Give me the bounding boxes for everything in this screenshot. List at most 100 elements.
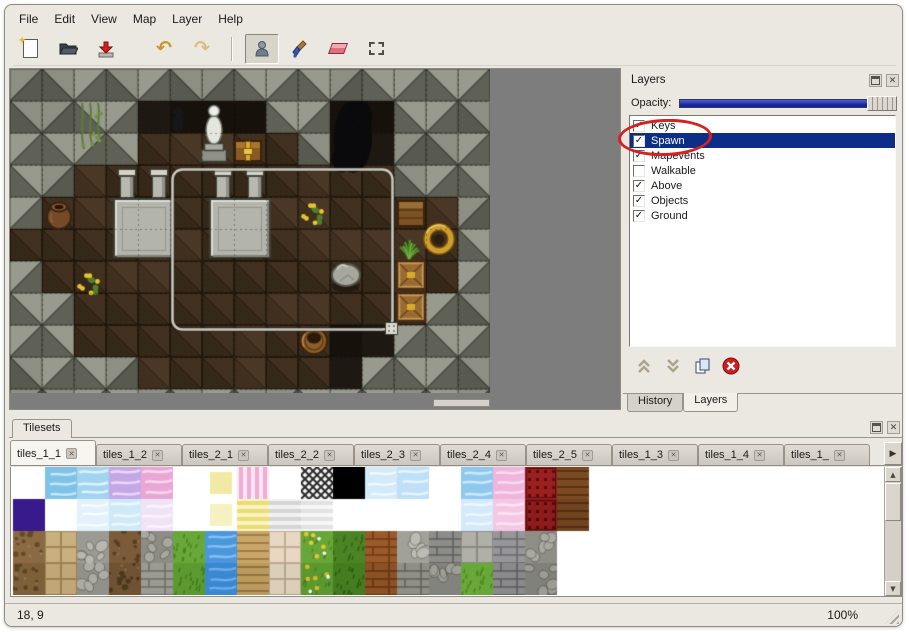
tileset-tab[interactable]: tiles_1_1 ✕ bbox=[10, 440, 96, 466]
tileset-scrollbar[interactable]: ▲ ▼ bbox=[884, 467, 901, 596]
opacity-slider-handle[interactable] bbox=[867, 96, 897, 111]
save-button[interactable] bbox=[89, 34, 123, 64]
undo-button[interactable]: ↶ bbox=[147, 34, 181, 64]
tileset-tab[interactable]: tiles_1_3 ✕ bbox=[612, 444, 698, 465]
redo-icon: ↷ bbox=[194, 39, 210, 58]
tileset-canvas[interactable] bbox=[11, 467, 883, 595]
tileset-tab[interactable]: tiles_2_1 ✕ bbox=[182, 444, 268, 465]
stamp-tool-button[interactable] bbox=[245, 34, 279, 64]
new-map-button[interactable]: ✦ bbox=[13, 34, 47, 64]
menu-file[interactable]: File bbox=[11, 9, 46, 29]
layer-visibility-checkbox[interactable] bbox=[633, 165, 645, 177]
close-tab-icon[interactable]: ✕ bbox=[834, 450, 845, 461]
menu-edit[interactable]: Edit bbox=[46, 9, 83, 29]
layer-row-mapevents[interactable]: ✓ Mapevents bbox=[630, 148, 895, 163]
raise-layer-button[interactable] bbox=[633, 355, 655, 377]
delete-layer-button[interactable] bbox=[720, 355, 742, 377]
layer-name: Keys bbox=[651, 120, 675, 132]
layer-row-spawn[interactable]: ✓ Spawn bbox=[630, 133, 895, 148]
tileset-tab-label: tiles_1_2 bbox=[103, 449, 147, 461]
tileset-tab[interactable]: tiles_2_5 ✕ bbox=[526, 444, 612, 465]
close-tab-icon[interactable]: ✕ bbox=[66, 448, 77, 459]
layers-panel: Layers ✕ Opacity: ✓ Keys ✓ Spawn bbox=[623, 71, 902, 412]
tileset-tab[interactable]: tiles_2_3 ✕ bbox=[354, 444, 440, 465]
tilesets-panel: Tilesets ✕ tiles_1_1 ✕ tiles_1_2 ✕ tiles… bbox=[9, 417, 903, 603]
tab-history[interactable]: History bbox=[627, 394, 683, 412]
map-canvas[interactable] bbox=[10, 69, 490, 393]
eraser-icon bbox=[328, 43, 348, 54]
tileset-tab-label: tiles_2_5 bbox=[533, 449, 577, 461]
tileset-area: ▲ ▼ bbox=[10, 467, 902, 597]
close-tab-icon[interactable]: ✕ bbox=[152, 450, 163, 461]
tilesets-title-tab[interactable]: Tilesets bbox=[12, 419, 72, 438]
delete-layer-icon bbox=[722, 357, 740, 375]
tileset-tab-label: tiles_1_ bbox=[791, 449, 829, 461]
layer-visibility-checkbox[interactable]: ✓ bbox=[633, 210, 645, 222]
layer-row-objects[interactable]: ✓ Objects bbox=[630, 193, 895, 208]
layer-name: Objects bbox=[651, 195, 688, 207]
layer-row-above[interactable]: ✓ Above bbox=[630, 178, 895, 193]
app-window: File Edit View Map Layer Help ✦ ↶ ↷ bbox=[4, 4, 903, 627]
tileset-tab[interactable]: tiles_2_4 ✕ bbox=[440, 444, 526, 465]
eraser-tool-button[interactable] bbox=[321, 34, 355, 64]
layer-visibility-checkbox[interactable]: ✓ bbox=[633, 120, 645, 132]
layer-visibility-checkbox[interactable]: ✓ bbox=[633, 195, 645, 207]
close-tab-icon[interactable]: ✕ bbox=[238, 450, 249, 461]
menu-layer[interactable]: Layer bbox=[164, 9, 210, 29]
close-tab-icon[interactable]: ✕ bbox=[754, 450, 765, 461]
brush-icon bbox=[291, 40, 309, 58]
new-file-icon: ✦ bbox=[23, 39, 38, 58]
opacity-slider[interactable] bbox=[679, 99, 896, 108]
tilesets-title: Tilesets bbox=[23, 422, 61, 434]
brush-tool-button[interactable] bbox=[283, 34, 317, 64]
duplicate-layer-icon bbox=[693, 357, 711, 375]
tileset-tabs: tiles_1_1 ✕ tiles_1_2 ✕ tiles_2_1 ✕ tile… bbox=[10, 439, 902, 466]
layer-name: Above bbox=[651, 180, 682, 192]
close-tilesets-icon[interactable]: ✕ bbox=[887, 421, 900, 434]
tileset-tab[interactable]: tiles_1_ ✕ bbox=[784, 444, 870, 465]
tileset-tab[interactable]: tiles_2_2 ✕ bbox=[268, 444, 354, 465]
close-tab-icon[interactable]: ✕ bbox=[496, 450, 507, 461]
close-tab-icon[interactable]: ✕ bbox=[582, 450, 593, 461]
tilesets-titlebar: Tilesets ✕ bbox=[9, 417, 903, 438]
tileset-tab-label: tiles_2_2 bbox=[275, 449, 319, 461]
select-tool-button[interactable] bbox=[359, 34, 393, 64]
tileset-tab[interactable]: tiles_1_4 ✕ bbox=[698, 444, 784, 465]
menu-help[interactable]: Help bbox=[210, 9, 251, 29]
layers-panel-title: Layers bbox=[631, 74, 666, 86]
resize-grip[interactable] bbox=[885, 610, 899, 624]
lower-layer-button[interactable] bbox=[662, 355, 684, 377]
scroll-down-button[interactable]: ▼ bbox=[885, 581, 901, 596]
opacity-row: Opacity: bbox=[623, 93, 902, 113]
layer-row-keys[interactable]: ✓ Keys bbox=[630, 118, 895, 133]
layer-visibility-checkbox[interactable]: ✓ bbox=[633, 180, 645, 192]
scrollbar-thumb[interactable] bbox=[885, 483, 901, 521]
layer-row-walkable[interactable]: Walkable bbox=[630, 163, 895, 178]
scroll-tabs-right-button[interactable]: ▶ bbox=[884, 442, 902, 465]
menu-view[interactable]: View bbox=[83, 9, 125, 29]
opacity-label: Opacity: bbox=[631, 97, 671, 109]
toolbar: ✦ ↶ ↷ bbox=[13, 32, 896, 66]
map-view bbox=[9, 68, 621, 410]
duplicate-layer-button[interactable] bbox=[691, 355, 713, 377]
tileset-tab[interactable]: tiles_1_2 ✕ bbox=[96, 444, 182, 465]
layer-visibility-checkbox[interactable]: ✓ bbox=[633, 150, 645, 162]
tileset-tab-label: tiles_2_4 bbox=[447, 449, 491, 461]
close-tab-icon[interactable]: ✕ bbox=[668, 450, 679, 461]
menu-map[interactable]: Map bbox=[125, 9, 164, 29]
undo-icon: ↶ bbox=[156, 39, 172, 58]
layer-visibility-checkbox[interactable]: ✓ bbox=[633, 135, 645, 147]
float-panel-button[interactable] bbox=[869, 74, 882, 87]
float-tilesets-button[interactable] bbox=[870, 421, 883, 434]
close-tab-icon[interactable]: ✕ bbox=[410, 450, 421, 461]
selection-marquee-icon bbox=[369, 42, 384, 55]
close-tab-icon[interactable]: ✕ bbox=[324, 450, 335, 461]
tab-layers[interactable]: Layers bbox=[683, 393, 738, 412]
scroll-up-button[interactable]: ▲ bbox=[885, 467, 901, 482]
close-panel-icon[interactable]: ✕ bbox=[886, 74, 899, 87]
open-button[interactable] bbox=[51, 34, 85, 64]
layer-row-ground[interactable]: ✓ Ground bbox=[630, 208, 895, 223]
map-horizontal-scrollbar[interactable] bbox=[433, 399, 490, 407]
cursor-coordinates: 18, 9 bbox=[17, 608, 44, 622]
redo-button[interactable]: ↷ bbox=[185, 34, 219, 64]
